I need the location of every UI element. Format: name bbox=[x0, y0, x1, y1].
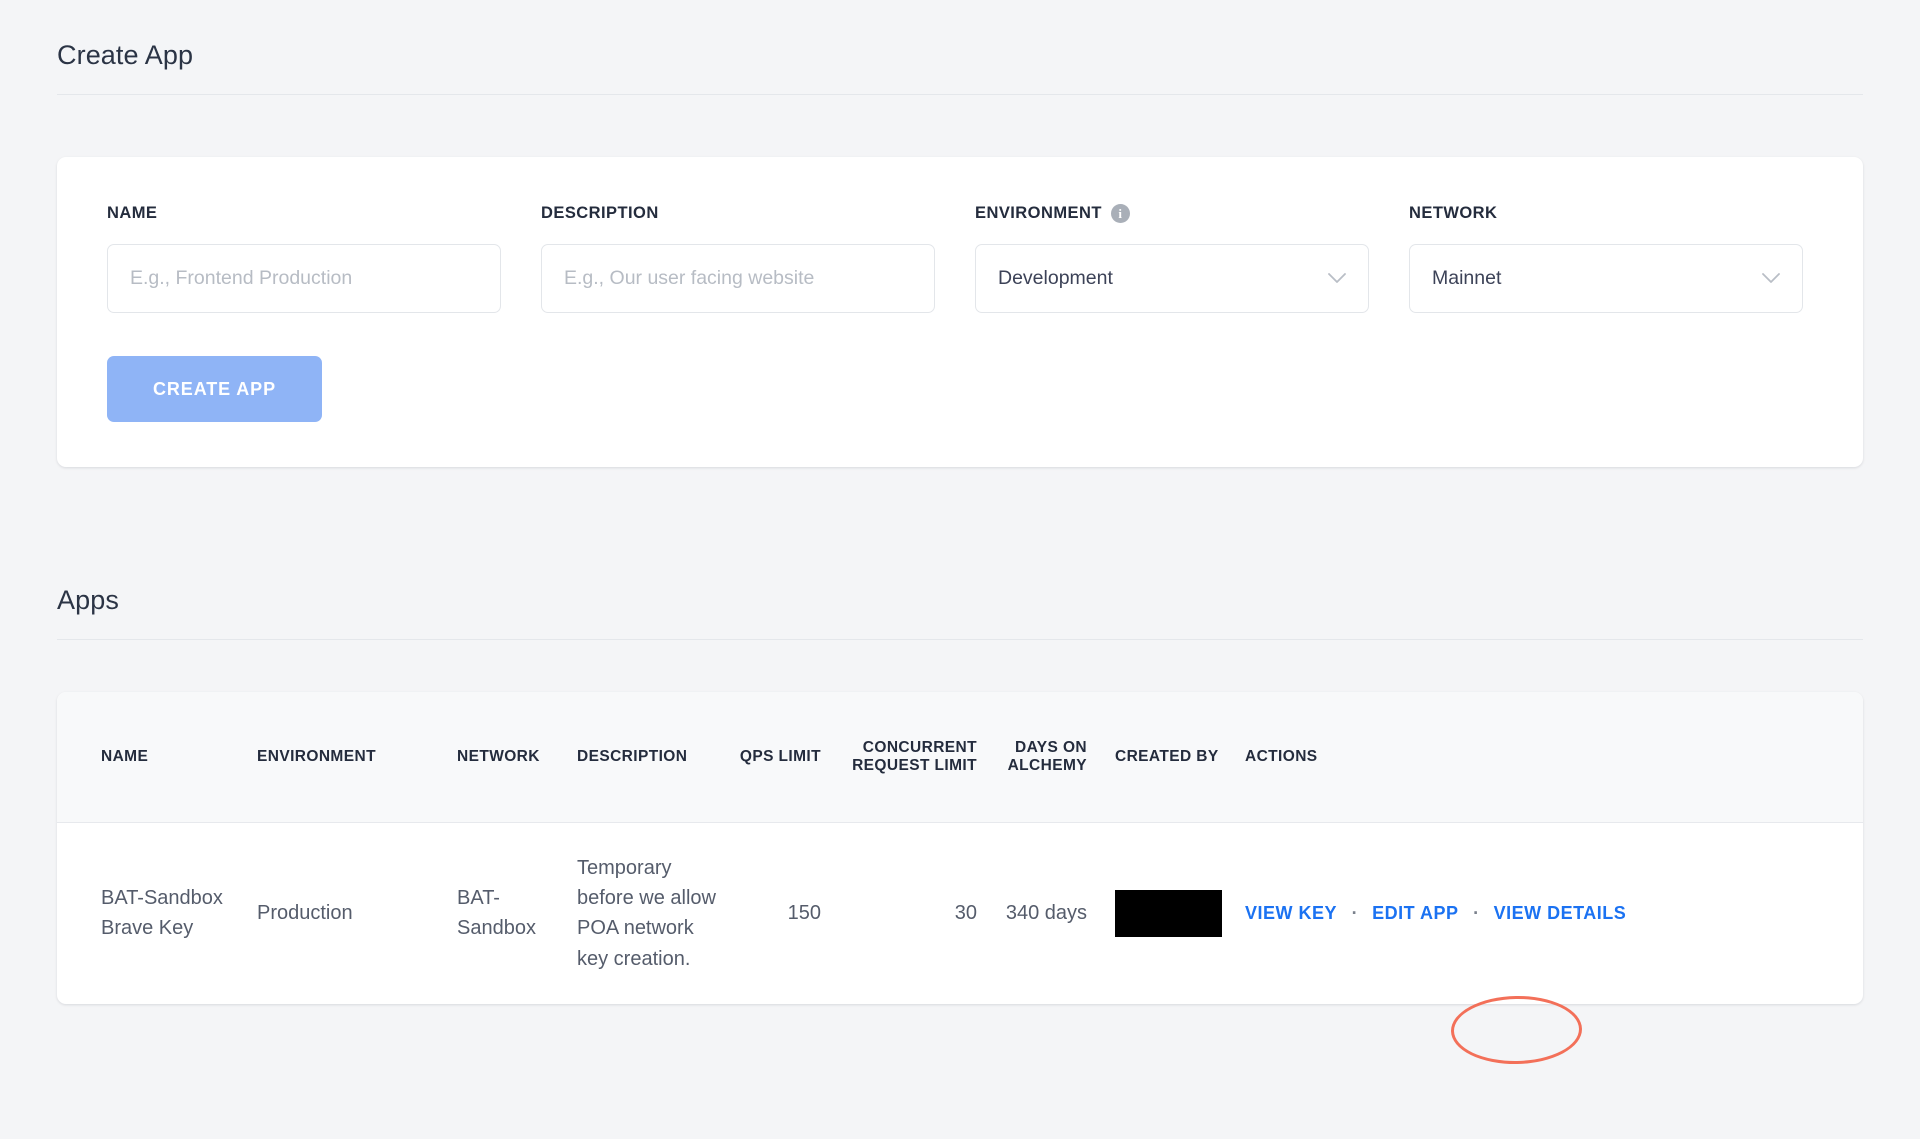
column-header-actions: ACTIONS bbox=[1233, 692, 1863, 823]
column-header-environment: ENVIRONMENT bbox=[257, 692, 457, 823]
environment-selected-value: Development bbox=[998, 267, 1113, 289]
chevron-down-icon bbox=[1762, 273, 1780, 284]
description-field-group: DESCRIPTION bbox=[541, 204, 935, 313]
chevron-down-icon bbox=[1328, 273, 1346, 284]
name-label: NAME bbox=[107, 204, 501, 223]
cell-description: Temporary before we allow POA network ke… bbox=[577, 856, 716, 970]
apps-section: Apps bbox=[57, 585, 1863, 640]
create-app-form: NAME DESCRIPTION ENVIRONMENT i Developme… bbox=[107, 204, 1813, 313]
cell-name: BAT-Sandbox Brave Key bbox=[101, 886, 223, 940]
column-header-created-by: CREATED BY bbox=[1115, 692, 1233, 823]
cell-concurrent-request-limit: 30 bbox=[954, 902, 977, 925]
environment-select[interactable]: Development bbox=[975, 244, 1369, 313]
apps-table-card: NAME ENVIRONMENT NETWORK DESCRIPTION QPS… bbox=[57, 692, 1863, 1005]
description-label-text: DESCRIPTION bbox=[541, 204, 659, 222]
view-details-link[interactable]: VIEW DETAILS bbox=[1494, 903, 1627, 923]
create-app-card: NAME DESCRIPTION ENVIRONMENT i Developme… bbox=[57, 157, 1863, 467]
name-field-group: NAME bbox=[107, 204, 501, 313]
redacted-created-by bbox=[1115, 889, 1222, 937]
annotation-ellipse-view-key bbox=[1450, 994, 1583, 1066]
cell-created-by bbox=[1115, 822, 1233, 1004]
name-label-text: NAME bbox=[107, 204, 158, 222]
column-header-network: NETWORK bbox=[457, 692, 577, 823]
view-key-link[interactable]: VIEW KEY bbox=[1245, 903, 1337, 923]
description-label: DESCRIPTION bbox=[541, 204, 935, 223]
cell-qps-limit: 150 bbox=[787, 902, 821, 925]
network-label: NETWORK bbox=[1409, 204, 1803, 223]
environment-field-group: ENVIRONMENT i Development bbox=[975, 204, 1369, 313]
create-app-section: Create App bbox=[57, 0, 1863, 95]
column-header-concurrent-request-limit: CONCURRENT REQUEST LIMIT bbox=[843, 692, 1003, 823]
network-label-text: NETWORK bbox=[1409, 204, 1498, 222]
cell-environment: Production bbox=[257, 902, 353, 925]
apps-table: NAME ENVIRONMENT NETWORK DESCRIPTION QPS… bbox=[57, 692, 1863, 1004]
info-icon[interactable]: i bbox=[1110, 204, 1130, 223]
apps-table-body: BAT-Sandbox Brave Key Production BAT-San… bbox=[57, 822, 1863, 1004]
heading-divider bbox=[57, 94, 1863, 95]
network-field-group: NETWORK Mainnet bbox=[1409, 204, 1803, 313]
environment-label: ENVIRONMENT i bbox=[975, 204, 1369, 223]
edit-app-link[interactable]: EDIT APP bbox=[1372, 903, 1458, 923]
cell-actions: VIEW KEY · EDIT APP · VIEW DETAILS bbox=[1233, 822, 1863, 1004]
description-input[interactable] bbox=[541, 244, 935, 313]
action-separator: · bbox=[1473, 903, 1480, 924]
table-header-row: NAME ENVIRONMENT NETWORK DESCRIPTION QPS… bbox=[57, 692, 1863, 823]
network-selected-value: Mainnet bbox=[1432, 267, 1502, 289]
page-title: Create App bbox=[57, 40, 194, 70]
environment-label-text: ENVIRONMENT bbox=[975, 204, 1102, 222]
table-row[interactable]: BAT-Sandbox Brave Key Production BAT-San… bbox=[57, 822, 1863, 1004]
name-input[interactable] bbox=[107, 244, 501, 313]
apps-table-head: NAME ENVIRONMENT NETWORK DESCRIPTION QPS… bbox=[57, 692, 1863, 823]
network-select[interactable]: Mainnet bbox=[1409, 244, 1803, 313]
apps-heading-divider bbox=[57, 639, 1863, 640]
cell-network: BAT-Sandbox bbox=[457, 886, 536, 940]
column-header-description: DESCRIPTION bbox=[577, 692, 725, 823]
cell-days-on-alchemy: 340 days bbox=[1005, 902, 1087, 925]
column-header-name: NAME bbox=[57, 692, 257, 823]
create-app-page: Create App NAME DESCRIPTION ENVIRONMENT bbox=[0, 0, 1920, 1139]
column-header-qps-limit: QPS LIMIT bbox=[725, 692, 843, 823]
create-app-button[interactable]: CREATE APP bbox=[107, 356, 322, 422]
column-header-days-on-alchemy: DAYS ON ALCHEMY bbox=[1003, 692, 1115, 823]
action-separator: · bbox=[1351, 903, 1358, 924]
apps-title: Apps bbox=[57, 585, 119, 615]
